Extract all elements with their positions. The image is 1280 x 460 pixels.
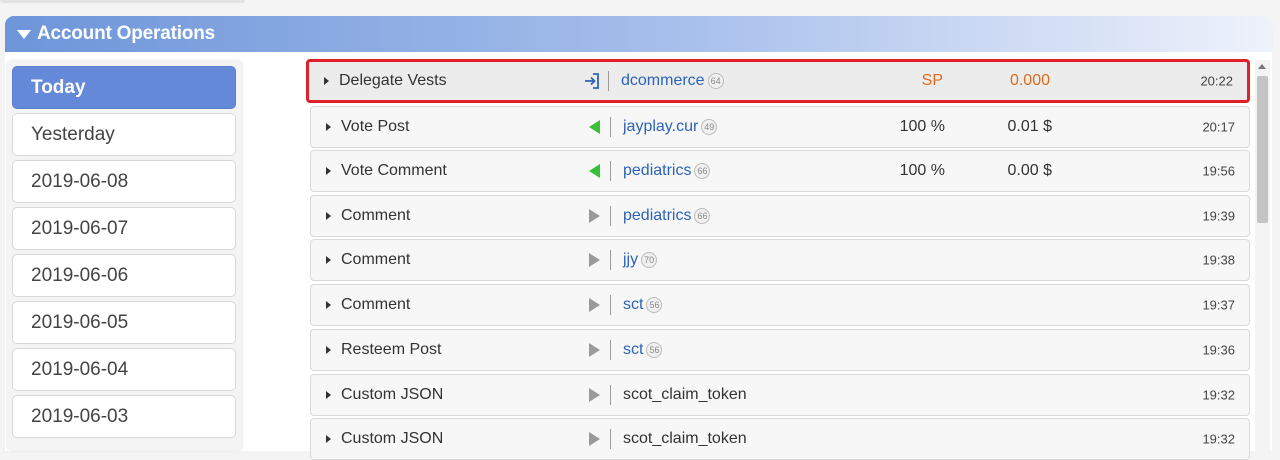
expand-caret-icon[interactable]	[326, 123, 331, 131]
operation-amount: 0.000	[1009, 72, 1050, 89]
separator	[610, 117, 611, 137]
incoming-triangle-icon	[584, 117, 604, 137]
separator	[610, 250, 611, 270]
expand-caret-icon[interactable]	[326, 435, 331, 443]
separator	[610, 295, 611, 315]
operation-row[interactable]: Vote Comment pediatrics 66 100 % 0.00 $ …	[310, 150, 1250, 192]
reputation-badge: 56	[646, 297, 663, 313]
day-button-today[interactable]: Today	[12, 66, 236, 109]
operation-row[interactable]: Custom JSON scot_claim_token 19:32	[310, 418, 1250, 460]
operation-row-highlighted[interactable]: Delegate Vests dcommerce 64 SP 0.000 20:…	[306, 59, 1250, 103]
collapse-caret-icon[interactable]	[17, 29, 31, 39]
outgoing-triangle-icon	[584, 340, 604, 360]
operation-type: Custom JSON	[341, 430, 444, 447]
day-selector: Today Yesterday 2019-06-08 2019-06-07 20…	[6, 60, 241, 451]
operation-type: Vote Post	[341, 118, 410, 135]
separator	[610, 161, 611, 181]
day-button-yesterday[interactable]: Yesterday	[12, 113, 236, 156]
custom-json-id: scot_claim_token	[623, 430, 747, 447]
operation-type: Vote Comment	[341, 162, 447, 179]
operation-time: 19:37	[1202, 297, 1235, 313]
previous-panel-edge	[0, 0, 245, 3]
operation-row[interactable]: Comment sct 56 19:37	[310, 284, 1250, 326]
account-link[interactable]: sct 56	[623, 296, 663, 314]
reputation-badge: 70	[641, 252, 658, 268]
operation-time: 20:22	[1200, 73, 1233, 89]
account-link[interactable]: jayplay.cur 49	[623, 118, 718, 136]
reputation-badge: 64	[707, 73, 724, 89]
operation-type: Custom JSON	[341, 386, 444, 403]
operation-row[interactable]: Comment jjy 70 19:38	[310, 239, 1250, 281]
expand-caret-icon[interactable]	[326, 167, 331, 175]
scroll-thumb[interactable]	[1257, 76, 1268, 223]
vote-weight: 100 %	[899, 162, 945, 179]
reputation-badge: 66	[694, 208, 711, 224]
operation-row[interactable]: Comment pediatrics 66 19:39	[310, 195, 1250, 237]
operation-time: 19:32	[1202, 431, 1235, 447]
custom-json-id: scot_claim_token	[623, 386, 747, 403]
account-operations-header[interactable]: Account Operations	[5, 16, 1272, 52]
operation-type: Comment	[341, 251, 411, 268]
account-link[interactable]: sct 56	[623, 341, 663, 359]
operation-time: 19:56	[1202, 163, 1235, 179]
day-button[interactable]: 2019-06-04	[12, 348, 236, 391]
account-link[interactable]: jjy 70	[623, 251, 658, 269]
day-button[interactable]: 2019-06-05	[12, 301, 236, 344]
operation-row[interactable]: Custom JSON scot_claim_token 19:32	[310, 374, 1250, 416]
separator	[608, 71, 609, 91]
separator	[610, 206, 611, 226]
expand-caret-icon[interactable]	[326, 212, 331, 220]
operation-unit: SP	[921, 72, 943, 89]
day-button[interactable]: 2019-06-07	[12, 207, 236, 250]
operation-type: Comment	[341, 207, 411, 224]
operation-type: Resteem Post	[341, 341, 442, 358]
separator	[610, 340, 611, 360]
account-link[interactable]: pediatrics 66	[623, 207, 711, 225]
day-button[interactable]: 2019-06-08	[12, 160, 236, 203]
vote-weight: 100 %	[899, 118, 945, 135]
vote-value: 0.00 $	[1007, 162, 1052, 179]
vertical-scrollbar[interactable]	[1255, 60, 1270, 451]
reputation-badge: 49	[701, 119, 718, 135]
operation-type: Delegate Vests	[339, 72, 447, 89]
account-link[interactable]: pediatrics 66	[623, 162, 711, 180]
operation-time: 19:32	[1202, 387, 1235, 403]
outgoing-triangle-icon	[584, 429, 604, 449]
account-link[interactable]: dcommerce 64	[621, 72, 724, 90]
day-button[interactable]: 2019-06-03	[12, 395, 236, 438]
expand-caret-icon[interactable]	[326, 346, 331, 354]
outgoing-triangle-icon	[584, 206, 604, 226]
expand-caret-icon[interactable]	[326, 256, 331, 264]
outgoing-triangle-icon	[584, 250, 604, 270]
expand-caret-icon[interactable]	[326, 391, 331, 399]
vote-value: 0.01 $	[1007, 118, 1052, 135]
separator	[610, 385, 611, 405]
operation-time: 20:17	[1202, 119, 1235, 135]
expand-caret-icon[interactable]	[326, 301, 331, 309]
operation-time: 19:38	[1202, 252, 1235, 268]
expand-caret-icon[interactable]	[324, 77, 329, 85]
operation-row[interactable]: Vote Post jayplay.cur 49 100 % 0.01 $ 20…	[310, 106, 1250, 148]
outgoing-triangle-icon	[584, 295, 604, 315]
reputation-badge: 66	[694, 163, 711, 179]
operation-time: 19:39	[1202, 208, 1235, 224]
operation-time: 19:36	[1202, 342, 1235, 358]
separator	[610, 429, 611, 449]
reputation-badge: 56	[646, 342, 663, 358]
day-button[interactable]: 2019-06-06	[12, 254, 236, 297]
operation-type: Comment	[341, 296, 411, 313]
operation-row[interactable]: Resteem Post sct 56 19:36	[310, 329, 1250, 371]
scroll-up-arrow-icon[interactable]	[1258, 64, 1266, 69]
section-title: Account Operations	[37, 23, 215, 44]
incoming-triangle-icon	[584, 161, 604, 181]
outgoing-triangle-icon	[584, 385, 604, 405]
delegate-arrow-icon	[582, 71, 602, 91]
